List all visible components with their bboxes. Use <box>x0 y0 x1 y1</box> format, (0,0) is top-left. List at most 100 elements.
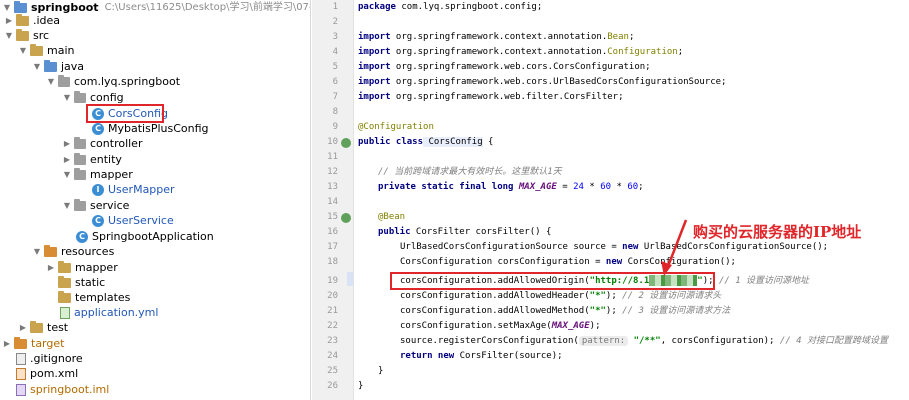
code-text: org.springframework.context.annotation. <box>390 32 608 42</box>
code-line-7: import org.springframework.web.filter.Co… <box>358 90 624 105</box>
tree-item-package-root[interactable]: ▼ com.lyq.springboot <box>46 74 180 89</box>
chevron-down-icon[interactable]: ▼ <box>18 43 28 58</box>
tree-item-idea[interactable]: ▶ .idea <box>4 13 60 28</box>
code-text: CorsConfiguration corsConfiguration = <box>400 257 606 267</box>
keyword: import <box>358 47 391 57</box>
tree-item-pom[interactable]: pom.xml <box>16 366 78 381</box>
line-number: 19 <box>327 276 338 286</box>
comment: // 3 设置访问源请求方法 <box>616 306 731 316</box>
chevron-down-icon[interactable]: ▼ <box>62 198 72 213</box>
code-text: { <box>482 137 494 147</box>
line-number: 1 <box>332 2 338 12</box>
code-line-24: return new CorsFilter(source); <box>400 349 563 364</box>
git-file-icon <box>16 352 26 365</box>
tree-item-iml[interactable]: springboot.iml <box>16 382 109 397</box>
tree-item-label: MybatisPlusConfig <box>108 122 209 135</box>
editor-gutter: 1 2 3 4 5 6 7 8 9 10 11 12 13 14 15 16 1… <box>312 0 354 400</box>
chevron-down-icon[interactable]: ▼ <box>62 90 72 105</box>
tree-item-label: static <box>75 276 106 289</box>
spring-bean-gutter-icon[interactable] <box>341 213 351 223</box>
chevron-right-icon[interactable]: ▶ <box>2 336 12 351</box>
tree-item-label: controller <box>90 137 143 150</box>
tree-item-mapper-pkg[interactable]: ▼ mapper <box>62 167 133 182</box>
keyword: private static final long <box>378 182 514 192</box>
code-line-25: } <box>378 364 383 379</box>
line-number: 16 <box>327 227 338 237</box>
parameter-hint: pattern: <box>578 336 629 346</box>
tree-root-path: C:\Users\11625\Desktop\学习\前端学习\07-案例练习 <box>104 2 310 13</box>
code-line-4: import org.springframework.context.annot… <box>358 45 683 60</box>
tree-item-static[interactable]: static <box>58 275 105 290</box>
chevron-down-icon[interactable]: ▼ <box>46 74 56 89</box>
line-number: 4 <box>332 47 338 57</box>
code-text: corsConfiguration.setMaxAge( <box>400 321 552 331</box>
chevron-down-icon[interactable]: ▼ <box>32 244 42 259</box>
chevron-down-icon[interactable]: ▼ <box>62 167 72 182</box>
tree-item-userservice[interactable]: C UserService <box>92 213 174 228</box>
line-number: 3 <box>332 32 338 42</box>
code-text: ; <box>677 47 684 57</box>
tree-item-main[interactable]: ▼ main <box>18 43 74 58</box>
tree-item-templates[interactable]: templates <box>58 290 130 305</box>
code-line-17: UrlBasedCorsConfigurationSource source =… <box>400 240 828 255</box>
spring-bean-gutter-icon[interactable] <box>341 138 351 148</box>
tree-item-entity[interactable]: ▶ entity <box>62 152 122 167</box>
package-icon <box>74 198 86 211</box>
tree-item-label: config <box>90 91 124 104</box>
tree-item-label: entity <box>90 153 122 166</box>
number: 60 <box>600 182 612 192</box>
folder-icon <box>30 43 43 56</box>
folder-icon <box>58 275 71 288</box>
keyword: new <box>605 257 623 267</box>
chevron-down-icon[interactable]: ▼ <box>32 59 42 74</box>
line-number: 2 <box>332 17 338 27</box>
current-line-marker <box>347 272 353 286</box>
tree-item-gitignore[interactable]: .gitignore <box>16 351 83 366</box>
code-text: ); <box>605 306 617 316</box>
line-number: 7 <box>332 92 338 102</box>
code-line-15: @Bean <box>378 210 405 225</box>
package-icon <box>74 90 86 103</box>
class-icon: C <box>92 214 104 227</box>
package-icon <box>58 74 70 87</box>
code-line-22: corsConfiguration.setMaxAge(MAX_AGE); <box>400 319 601 334</box>
tree-item-java[interactable]: ▼ java <box>32 59 84 74</box>
keyword: public <box>378 227 411 237</box>
tree-item-target[interactable]: ▶ target <box>2 336 64 351</box>
code-editor[interactable]: package com.lyq.springboot.config; impor… <box>355 0 909 400</box>
tree-item-controller[interactable]: ▶ controller <box>62 136 142 151</box>
tree-item-test[interactable]: ▶ test <box>18 320 68 335</box>
code-text: , corsConfiguration); <box>660 336 775 346</box>
keyword: package <box>358 2 396 12</box>
number: 24 <box>573 182 584 192</box>
chevron-right-icon[interactable]: ▶ <box>46 260 56 275</box>
tree-item-usermapper[interactable]: I UserMapper <box>92 182 175 197</box>
string-literal: "/**" <box>628 336 661 346</box>
keyword: import <box>358 62 391 72</box>
tree-item-service[interactable]: ▼ service <box>62 198 129 213</box>
selected-file-highlight-box <box>86 104 164 123</box>
code-line-18: CorsConfiguration corsConfiguration = ne… <box>400 255 736 270</box>
code-text: * <box>583 182 601 192</box>
module-folder-icon <box>14 0 27 13</box>
chevron-right-icon[interactable]: ▶ <box>62 136 72 151</box>
chevron-right-icon[interactable]: ▶ <box>62 152 72 167</box>
tree-item-label: UserService <box>108 214 174 227</box>
tree-item-src[interactable]: ▼ src <box>4 28 49 43</box>
chevron-right-icon[interactable]: ▶ <box>18 320 28 335</box>
tree-item-label: templates <box>75 291 131 304</box>
tree-item-label: service <box>90 199 130 212</box>
tree-item-application-yml[interactable]: application.yml <box>60 305 158 320</box>
chevron-down-icon[interactable]: ▼ <box>4 28 14 43</box>
package-icon <box>74 167 86 180</box>
chevron-right-icon[interactable]: ▶ <box>4 13 14 28</box>
tree-item-mapper-folder[interactable]: ▶ mapper <box>46 260 118 275</box>
code-line-16: public CorsFilter corsFilter() { <box>378 225 551 240</box>
folder-icon <box>58 290 71 303</box>
tree-item-springbootapplication[interactable]: C SpringbootApplication <box>76 229 214 244</box>
tree-item-mybatisplusconfig[interactable]: C MybatisPlusConfig <box>92 121 209 136</box>
code-text: corsConfiguration.addAllowedMethod( <box>400 306 590 316</box>
code-line-12: // 当前跨域请求最大有效时长。这里默认1天 <box>378 165 562 180</box>
tree-item-resources[interactable]: ▼ resources <box>32 244 114 259</box>
tree-item-config[interactable]: ▼ config <box>62 90 124 105</box>
